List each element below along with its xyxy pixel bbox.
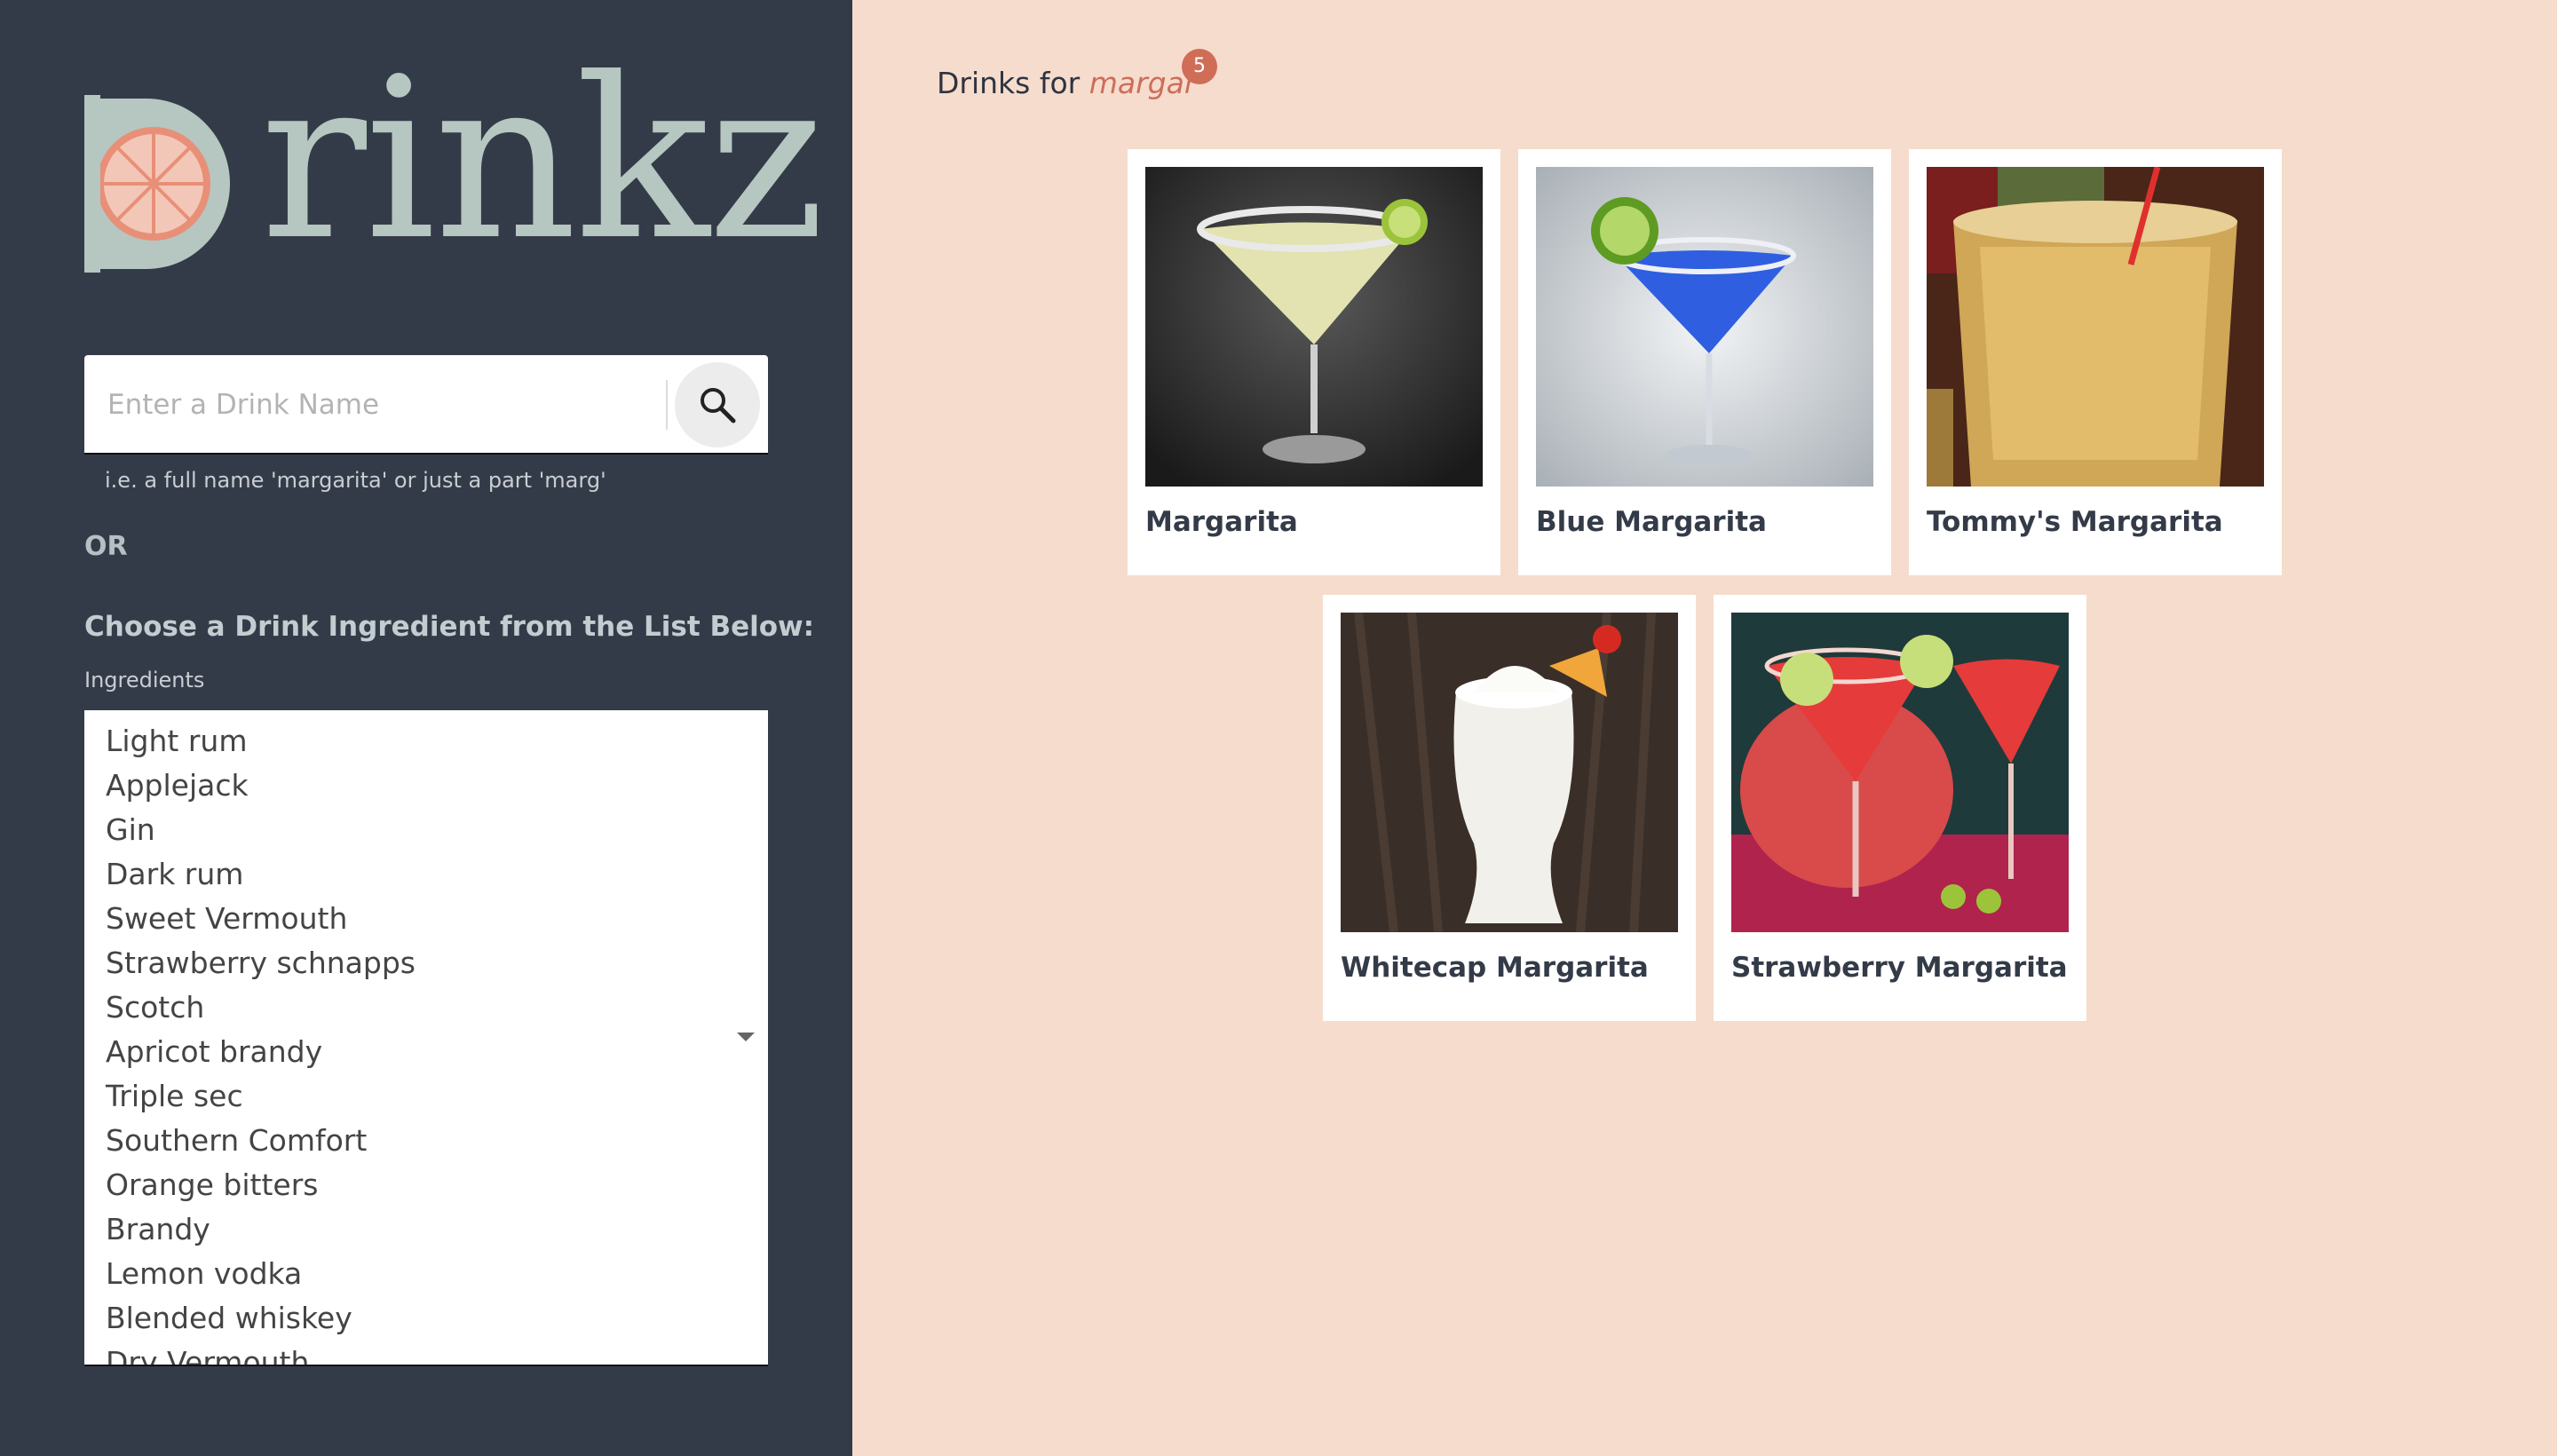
drink-name[interactable]: Tommy's Margarita [1927, 506, 2223, 538]
search-icon [701, 388, 736, 423]
drink-name[interactable]: Whitecap Margarita [1341, 952, 1649, 984]
brand-logo: Drinkz [84, 49, 825, 273]
ingredient-option[interactable]: Applejack [106, 768, 249, 803]
ingredient-option[interactable]: Dry Vermouth [106, 1345, 309, 1365]
search-button[interactable] [675, 362, 760, 447]
search-divider [666, 380, 668, 430]
drink-name[interactable]: Blue Margarita [1536, 506, 1767, 538]
drink-image[interactable] [1731, 613, 2069, 932]
brand-name: Drinkz [260, 30, 825, 289]
ingredient-option[interactable]: Dark rum [106, 857, 243, 891]
results-prefix: Drinks for [937, 66, 1081, 100]
ingredient-option[interactable]: Sweet Vermouth [106, 901, 347, 936]
drink-image[interactable] [1536, 167, 1873, 487]
dropdown-arrow-icon[interactable] [737, 1033, 755, 1041]
drink-card[interactable]: Margarita [1128, 149, 1500, 575]
or-divider-label: OR [84, 531, 128, 562]
drink-image[interactable] [1341, 613, 1678, 932]
ingredient-option[interactable]: Gin [106, 812, 155, 847]
drink-card[interactable]: Tommy's Margarita [1909, 149, 2282, 575]
ingredient-option[interactable]: Southern Comfort [106, 1123, 367, 1158]
ingredient-heading: Choose a Drink Ingredient from the List … [84, 611, 815, 643]
drink-card[interactable]: Whitecap Margarita [1323, 595, 1696, 1021]
ingredient-option[interactable]: Brandy [106, 1212, 210, 1246]
results-count-badge: 5 [1182, 49, 1217, 84]
ingredient-option[interactable]: Triple sec [106, 1079, 243, 1113]
ingredient-option[interactable]: Strawberry schnapps [106, 946, 416, 980]
ingredient-option[interactable]: Blended whiskey [106, 1301, 352, 1335]
search-hint: i.e. a full name 'margarita' or just a p… [105, 468, 606, 493]
drink-card[interactable]: Strawberry Margarita [1714, 595, 2086, 1021]
results-query: margar [1089, 66, 1197, 100]
ingredient-option[interactable]: Light rum [106, 724, 247, 758]
drink-image[interactable] [1145, 167, 1483, 487]
drink-name[interactable]: Strawberry Margarita [1731, 952, 2068, 984]
search-box [84, 355, 768, 455]
ingredient-select-list[interactable]: Light rum Applejack Gin Dark rum Sweet V… [84, 710, 768, 1366]
drink-card[interactable]: Blue Margarita [1518, 149, 1891, 575]
drink-search-input[interactable] [106, 355, 731, 455]
drink-image[interactable] [1927, 167, 2264, 487]
drink-name[interactable]: Margarita [1145, 506, 1298, 538]
results-title: Drinks for margar [937, 66, 1196, 100]
ingredient-option[interactable]: Apricot brandy [106, 1034, 322, 1069]
ingredient-option[interactable]: Lemon vodka [106, 1256, 302, 1291]
ingredient-option[interactable]: Scotch [106, 990, 204, 1025]
sidebar: Drinkz i.e. a full name 'margarita' or j… [0, 0, 852, 1456]
ingredients-label: Ingredients [84, 668, 205, 692]
ingredient-option[interactable]: Orange bitters [106, 1167, 318, 1202]
